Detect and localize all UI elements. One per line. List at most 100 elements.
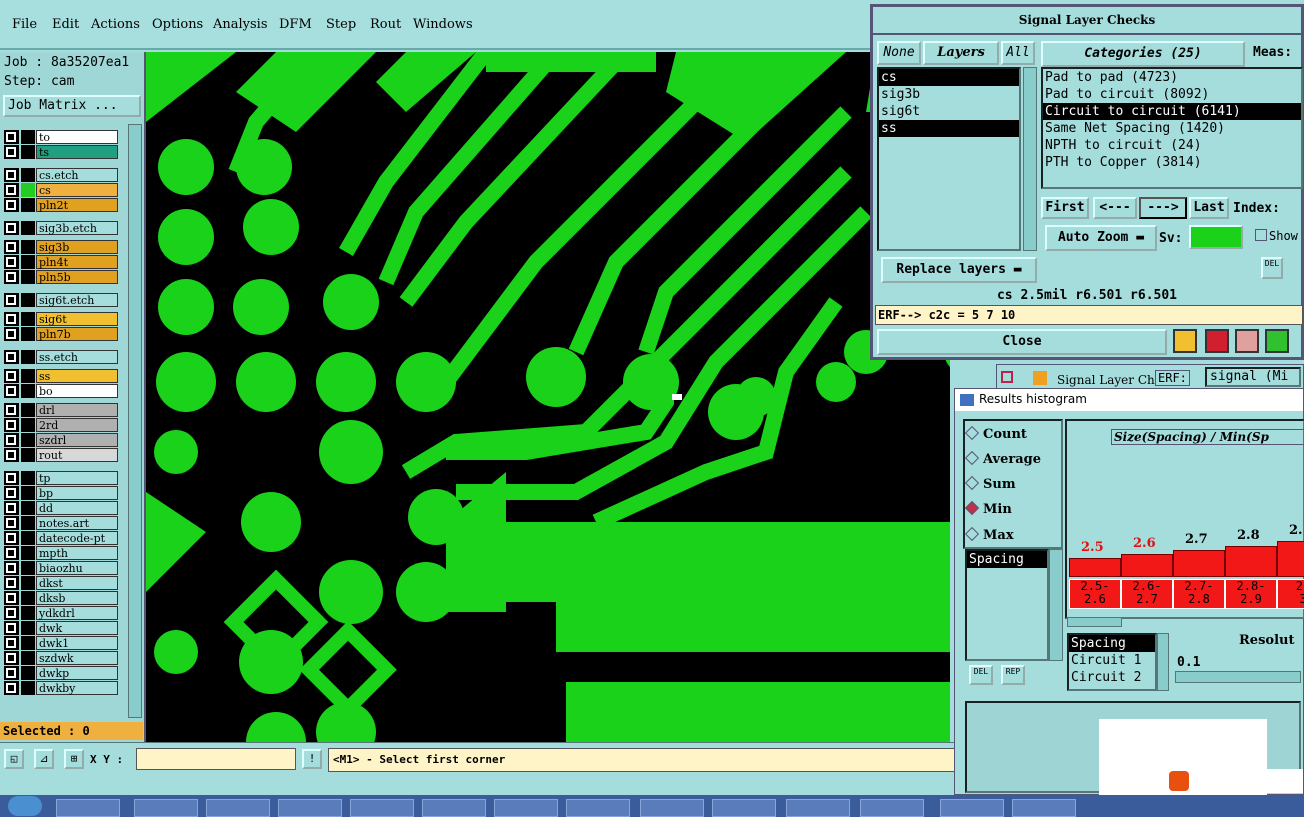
layers-button[interactable]: Layers <box>923 41 999 65</box>
list-item[interactable]: PTH to Copper (3814) <box>1043 154 1301 171</box>
stop-icon[interactable] <box>1205 329 1229 353</box>
layer-name[interactable]: 2rd <box>36 418 118 432</box>
layer-checkbox[interactable] <box>4 636 19 650</box>
step2-icon[interactable] <box>1265 329 1289 353</box>
layer-color-swatch[interactable] <box>21 418 35 432</box>
menu-analysis[interactable]: Analysis <box>213 17 268 32</box>
list-item[interactable]: Pad to pad (4723) <box>1043 69 1301 86</box>
layer-color-swatch[interactable] <box>21 145 35 159</box>
layer-color-swatch[interactable] <box>21 591 35 605</box>
layer-checkbox[interactable] <box>4 516 19 530</box>
layer-name[interactable]: pln2t <box>36 198 118 212</box>
layer-color-swatch[interactable] <box>21 168 35 182</box>
taskbar-item[interactable] <box>1012 799 1076 817</box>
layer-color-swatch[interactable] <box>21 666 35 680</box>
layer-color-swatch[interactable] <box>21 270 35 284</box>
mode-count[interactable]: Count <box>964 425 1027 442</box>
taskbar-item[interactable] <box>494 799 558 817</box>
layer-checkbox[interactable] <box>4 561 19 575</box>
layer-name[interactable]: cs.etch <box>36 168 118 182</box>
layer-color-swatch[interactable] <box>21 327 35 341</box>
next-button[interactable]: ---> <box>1139 197 1187 219</box>
layer-color-swatch[interactable] <box>21 384 35 398</box>
layer-checkbox[interactable] <box>4 403 19 417</box>
menu-windows[interactable]: Windows <box>413 17 473 32</box>
taskbar-item[interactable] <box>712 799 776 817</box>
mode-max[interactable]: Max <box>964 526 1014 543</box>
layer-name[interactable]: ts <box>36 145 118 159</box>
job-matrix-button[interactable]: Job Matrix ... <box>3 95 141 117</box>
layer-row[interactable]: mpth <box>4 546 118 560</box>
layer-name[interactable]: sig6t.etch <box>36 293 118 307</box>
layer-color-swatch[interactable] <box>21 403 35 417</box>
behind-erf-field[interactable]: signal (Mi <box>1205 367 1301 387</box>
layer-scrollbar[interactable] <box>128 124 142 718</box>
taskbar-item[interactable] <box>422 799 486 817</box>
layer-checkbox[interactable] <box>4 531 19 545</box>
info-icon[interactable]: ! <box>302 749 322 769</box>
layer-color-swatch[interactable] <box>21 576 35 590</box>
list-item[interactable]: cs <box>879 69 1019 86</box>
layer-row[interactable]: 2rd <box>4 418 118 432</box>
layers-list[interactable]: cs sig3b sig6t ss <box>877 67 1021 251</box>
measure-icon[interactable]: ⊿ <box>34 749 54 769</box>
layer-name[interactable]: mpth <box>36 546 118 560</box>
layer-color-swatch[interactable] <box>21 293 35 307</box>
start-button[interactable] <box>8 796 42 816</box>
list-item[interactable]: NPTH to circuit (24) <box>1043 137 1301 154</box>
all-button[interactable]: All <box>1001 41 1035 65</box>
taskbar-item[interactable] <box>940 799 1004 817</box>
layer-checkbox[interactable] <box>4 293 19 307</box>
layer-color-swatch[interactable] <box>21 312 35 326</box>
layer-checkbox[interactable] <box>4 350 19 364</box>
list-item[interactable]: Circuit to circuit (6141) <box>1043 103 1301 120</box>
taskbar-item[interactable] <box>860 799 924 817</box>
layer-checkbox[interactable] <box>4 576 19 590</box>
list-item[interactable]: Circuit 1 <box>1069 652 1155 669</box>
layer-name[interactable]: pln7b <box>36 327 118 341</box>
layer-row[interactable]: szdrl <box>4 433 118 447</box>
layer-color-swatch[interactable] <box>21 350 35 364</box>
layer-row[interactable]: ss.etch <box>4 350 118 364</box>
layer-checkbox[interactable] <box>4 384 19 398</box>
layer-name[interactable]: biaozhu <box>36 561 118 575</box>
taskbar-item[interactable] <box>566 799 630 817</box>
layer-color-swatch[interactable] <box>21 433 35 447</box>
list-item[interactable]: sig6t <box>879 103 1019 120</box>
layer-row[interactable]: cs <box>4 183 118 197</box>
layer-row[interactable]: to <box>4 130 118 144</box>
layer-name[interactable]: szdrl <box>36 433 118 447</box>
mode-min[interactable]: Min <box>964 500 1012 517</box>
categories-button[interactable]: Categories (25) <box>1041 41 1245 67</box>
layer-name[interactable]: dksb <box>36 591 118 605</box>
layer-color-swatch[interactable] <box>21 546 35 560</box>
menu-dfm[interactable]: DFM <box>279 17 312 32</box>
layer-row[interactable]: dwkby <box>4 681 118 695</box>
layer-checkbox[interactable] <box>4 240 19 254</box>
layer-checkbox[interactable] <box>4 183 19 197</box>
replace-icon[interactable]: REP <box>1001 665 1025 685</box>
layer-name[interactable]: ydkdrl <box>36 606 118 620</box>
taskbar-item[interactable] <box>278 799 342 817</box>
layer-checkbox[interactable] <box>4 270 19 284</box>
resolution-slider[interactable] <box>1175 671 1301 683</box>
taskbar-item[interactable] <box>640 799 704 817</box>
histogram-bar[interactable] <box>1121 554 1173 577</box>
layer-row[interactable]: drl <box>4 403 118 417</box>
layer-checkbox[interactable] <box>4 486 19 500</box>
grid-icon[interactable]: ⊞ <box>64 749 84 769</box>
layer-name[interactable]: datecode-pt <box>36 531 118 545</box>
list-item[interactable]: sig3b <box>879 86 1019 103</box>
layer-row[interactable]: sig3b.etch <box>4 221 118 235</box>
layer-checkbox[interactable] <box>4 369 19 383</box>
layer-row[interactable]: bo <box>4 384 118 398</box>
prev-button[interactable]: <--- <box>1093 197 1137 219</box>
list-item[interactable]: Spacing <box>1069 635 1155 652</box>
taskbar-item[interactable] <box>134 799 198 817</box>
field-list[interactable]: Spacing <box>965 549 1049 661</box>
layer-checkbox[interactable] <box>4 221 19 235</box>
layer-checkbox[interactable] <box>4 501 19 515</box>
layer-row[interactable]: sig6t <box>4 312 118 326</box>
last-button[interactable]: Last <box>1189 197 1229 219</box>
layer-checkbox[interactable] <box>4 606 19 620</box>
